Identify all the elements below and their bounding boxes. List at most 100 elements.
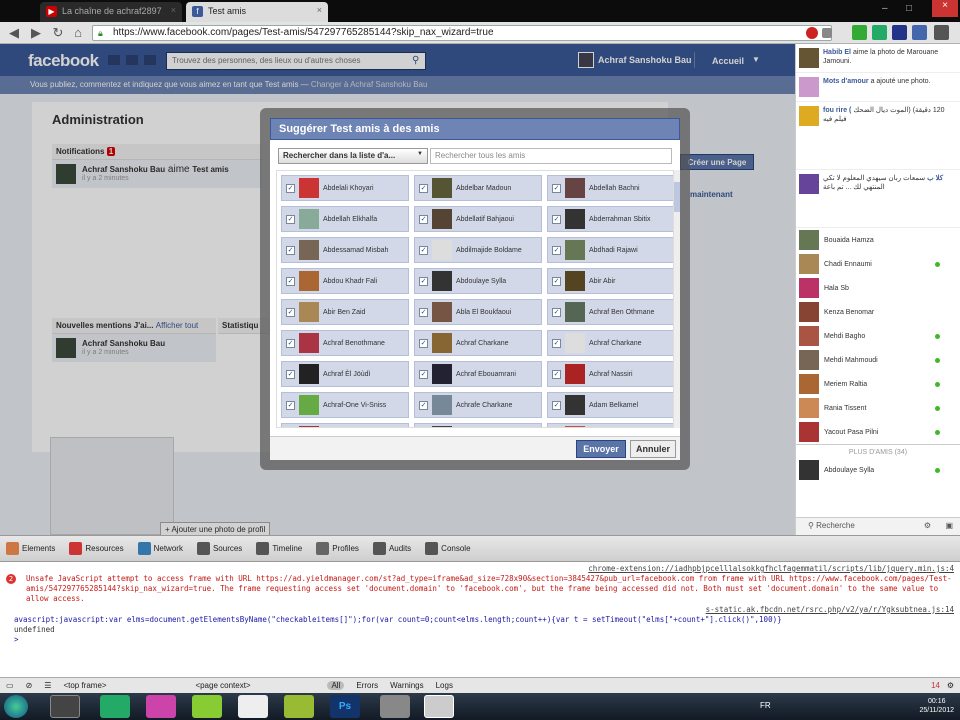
frame-select[interactable]: <top frame>: [63, 681, 183, 690]
star-icon[interactable]: [822, 28, 832, 38]
chat-contact[interactable]: Bouaida Hamza: [796, 228, 960, 252]
friend-item[interactable]: ✓Adam El Haouri: [414, 423, 542, 427]
friend-checkbox[interactable]: ✓: [419, 245, 428, 255]
devtools-tab-timeline[interactable]: Timeline: [256, 542, 302, 555]
friend-item[interactable]: ✓ Achraf Benothmane: [281, 330, 409, 356]
friend-item[interactable]: ✓ Abir Ben Zaid: [281, 299, 409, 325]
start-button-icon[interactable]: [4, 695, 28, 718]
friend-checkbox[interactable]: ✓: [552, 369, 561, 379]
console-filter-errors[interactable]: Errors: [356, 681, 378, 690]
ticker-item[interactable]: fou rire ( الموت ديال الضحك) (120 دقيقة …: [796, 102, 960, 170]
devtools-tab-sources[interactable]: Sources: [196, 542, 242, 555]
friend-checkbox[interactable]: ✓: [552, 245, 561, 255]
friend-checkbox[interactable]: ✓: [286, 307, 295, 317]
console-filter-warnings[interactable]: Warnings: [390, 681, 424, 690]
app-icon[interactable]: [424, 695, 454, 718]
close-tab-icon[interactable]: ×: [171, 5, 176, 15]
dialog-scrollbar[interactable]: [674, 170, 680, 428]
friend-checkbox[interactable]: ✓: [552, 183, 561, 193]
browser-tab-youtube[interactable]: ▶ La chaîne de achraf2897 ×: [40, 2, 182, 22]
friend-checkbox[interactable]: ✓: [552, 400, 561, 410]
chat-contact[interactable]: Chadi Ennaumi: [796, 252, 960, 276]
friend-item[interactable]: ✓ Abdellah Elkhalfa: [281, 206, 409, 232]
friend-checkbox[interactable]: ✓: [286, 338, 295, 348]
console-source-link[interactable]: chrome-extension://iadhpbjpcelllalsokkgf…: [6, 564, 954, 574]
friend-item[interactable]: ✓ Achraf Nassiri: [547, 361, 673, 387]
chat-contact[interactable]: Yacout Pasa Pilni: [796, 420, 960, 444]
friend-checkbox[interactable]: ✓: [419, 338, 428, 348]
friend-checkbox[interactable]: ✓: [286, 400, 295, 410]
friend-item[interactable]: ✓ Abdilmajide Boldame: [414, 237, 542, 263]
browser-tab-active[interactable]: f Test amis ×: [186, 2, 328, 22]
friend-item[interactable]: ✓Adam El Guennac: [281, 423, 409, 427]
friend-checkbox[interactable]: ✓: [286, 245, 295, 255]
friend-item[interactable]: ✓ Abir Abir: [547, 268, 673, 294]
settings-icon[interactable]: ⚙: [947, 681, 954, 690]
maximize-icon[interactable]: □: [906, 3, 912, 14]
friend-item[interactable]: ✓ Achraf Charkane: [414, 330, 542, 356]
friend-item[interactable]: ✓ Achraf Èl Jöùdì: [281, 361, 409, 387]
extension-icon[interactable]: [872, 25, 887, 40]
friend-item[interactable]: ✓ Achraf-One Vi-Sniss: [281, 392, 409, 418]
friend-checkbox[interactable]: ✓: [286, 276, 295, 286]
filter-icon[interactable]: ☰: [44, 681, 51, 690]
friend-item[interactable]: ✓Adam Gadji: [547, 423, 673, 427]
friend-item[interactable]: ✓ Abdellatif Bahjaoui: [414, 206, 542, 232]
devtools-tab-profiles[interactable]: Profiles: [316, 542, 359, 555]
chrome-icon[interactable]: [50, 695, 80, 718]
chat-search-input[interactable]: ⚲ Recherche ⚙ ▣: [796, 517, 960, 535]
friend-item[interactable]: ✓ Abdou Khadr Fali: [281, 268, 409, 294]
scroll-thumb[interactable]: [674, 182, 680, 212]
gear-icon[interactable]: ⚙: [924, 521, 931, 530]
dock-icon[interactable]: ▭: [6, 681, 14, 690]
friend-item[interactable]: ✓ Abderrahman Sbitix: [547, 206, 673, 232]
friend-checkbox[interactable]: ✓: [419, 276, 428, 286]
menu-icon[interactable]: [934, 25, 949, 40]
ticker-item[interactable]: Mots d'amour a ajouté une photo.: [796, 73, 960, 102]
extension-icon[interactable]: [892, 25, 907, 40]
chat-contact[interactable]: Abdoulaye Sylla: [796, 458, 960, 482]
close-window-icon[interactable]: ×: [932, 0, 958, 17]
friend-checkbox[interactable]: ✓: [419, 369, 428, 379]
friend-item[interactable]: ✓ Achraf Ebouamrani: [414, 361, 542, 387]
devtools-tab-network[interactable]: Network: [137, 542, 183, 555]
friend-checkbox[interactable]: ✓: [286, 214, 295, 224]
friend-item[interactable]: ✓ Abdoulaye Sylla: [414, 268, 542, 294]
devtools-tab-elements[interactable]: Elements: [6, 542, 55, 555]
devtools-tab-console[interactable]: Console: [425, 542, 471, 555]
friend-item[interactable]: ✓ Adam Belkamel: [547, 392, 673, 418]
friend-item[interactable]: ✓ Achraf Charkane: [547, 330, 673, 356]
friend-checkbox[interactable]: ✓: [286, 183, 295, 193]
friend-checkbox[interactable]: ✓: [552, 338, 561, 348]
app-icon[interactable]: [380, 695, 410, 718]
console-filter-all[interactable]: All: [327, 681, 345, 690]
friend-item[interactable]: ✓ Abdellah Bachni: [547, 175, 673, 201]
address-bar[interactable]: 🔒︎ https://www.facebook.com/pages/Test-a…: [92, 25, 832, 41]
reload-icon[interactable]: ↻: [50, 25, 66, 41]
friend-item[interactable]: ✓ Abla El Boukfaoui: [414, 299, 542, 325]
minimize-icon[interactable]: –: [882, 3, 888, 14]
error-count[interactable]: 14: [931, 681, 940, 690]
friend-item[interactable]: ✓ Achraf Ben Othmane: [547, 299, 673, 325]
friend-checkbox[interactable]: ✓: [286, 369, 295, 379]
friend-checkbox[interactable]: ✓: [552, 276, 561, 286]
system-clock[interactable]: 00:16 25/11/2012: [919, 697, 954, 715]
app-icon[interactable]: [146, 695, 176, 718]
friend-checkbox[interactable]: ✓: [552, 214, 561, 224]
photoshop-icon[interactable]: Ps: [330, 695, 360, 718]
friend-checkbox[interactable]: ✓: [419, 307, 428, 317]
app-icon[interactable]: [284, 695, 314, 718]
friend-item[interactable]: ✓ Achrafe Charkane: [414, 392, 542, 418]
friend-item[interactable]: ✓ Abdessamad Misbah: [281, 237, 409, 263]
chat-contact[interactable]: Meriem Raltia: [796, 372, 960, 396]
friend-item[interactable]: ✓ Abdelali Khoyari: [281, 175, 409, 201]
devtools-tab-resources[interactable]: Resources: [69, 542, 124, 555]
extension-icon[interactable]: [852, 25, 867, 40]
extension-icon[interactable]: [806, 27, 818, 39]
friend-item[interactable]: ✓ Abdhadi Rajawi: [547, 237, 673, 263]
console-filter-logs[interactable]: Logs: [436, 681, 453, 690]
chat-contact[interactable]: Kenza Benomar: [796, 300, 960, 324]
ticker-item[interactable]: Habib El aime la photo de Marouane Jamou…: [796, 44, 960, 73]
friend-checkbox[interactable]: ✓: [419, 400, 428, 410]
forward-icon[interactable]: ▶: [28, 25, 44, 41]
